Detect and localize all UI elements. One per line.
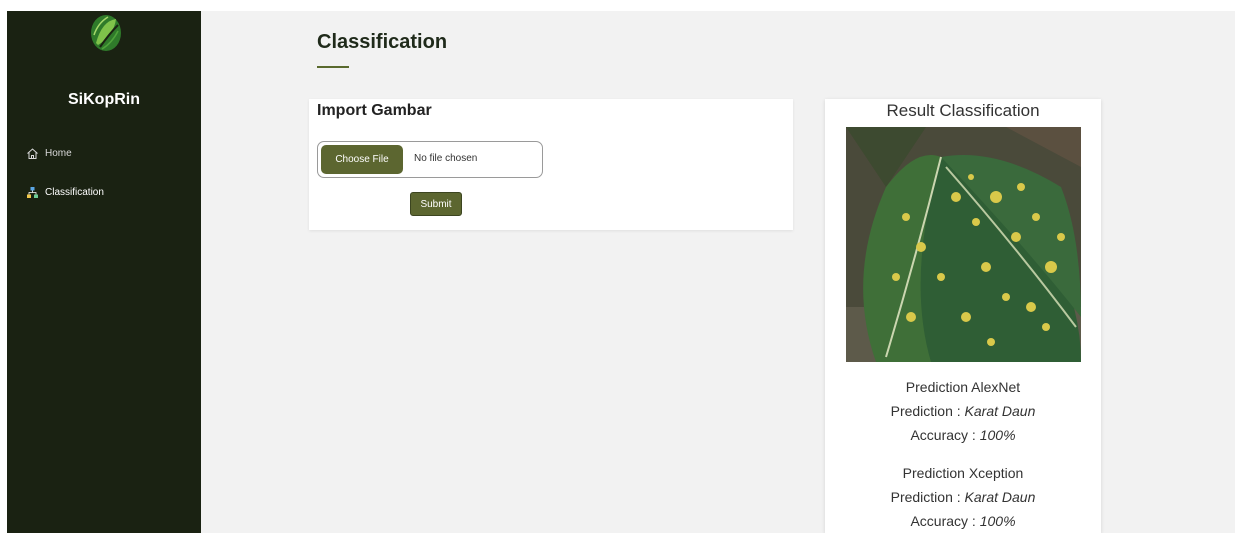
prediction-value: Karat Daun bbox=[964, 489, 1036, 505]
submit-button[interactable]: Submit bbox=[410, 192, 462, 216]
model-name: Prediction AlexNet bbox=[905, 379, 1021, 395]
accuracy-label: Accuracy : bbox=[910, 513, 980, 529]
file-input[interactable]: Choose File No file chosen bbox=[317, 141, 543, 178]
accuracy-value: 100% bbox=[979, 427, 1016, 443]
prediction-block-alexnet: Prediction AlexNet Prediction : Karat Da… bbox=[825, 375, 1101, 447]
sidebar-item-home[interactable]: Home bbox=[26, 147, 72, 160]
page-title: Classification bbox=[317, 31, 448, 53]
prediction-line: Prediction : Karat Daun bbox=[825, 485, 1101, 509]
title-underline bbox=[317, 66, 349, 68]
prediction-label: Prediction : bbox=[890, 489, 965, 505]
leaf-logo-icon bbox=[91, 15, 121, 51]
choose-file-button[interactable]: Choose File bbox=[321, 145, 403, 174]
import-title: Import Gambar bbox=[317, 102, 432, 119]
result-title: Result Classification bbox=[886, 101, 1040, 120]
accuracy-label: Accuracy : bbox=[910, 427, 980, 443]
file-status-text: No file chosen bbox=[414, 153, 478, 164]
brand-name: SiKopRin bbox=[68, 91, 140, 108]
prediction-value: Karat Daun bbox=[964, 403, 1036, 419]
sidebar: SiKopRin Home Classification bbox=[7, 11, 201, 533]
import-card: Import Gambar Choose File No file chosen… bbox=[309, 99, 793, 230]
sidebar-item-label: Home bbox=[45, 148, 72, 159]
accuracy-value: 100% bbox=[979, 513, 1016, 529]
sidebar-item-label: Classification bbox=[45, 187, 104, 198]
prediction-block-xception: Prediction Xception Prediction : Karat D… bbox=[825, 461, 1101, 533]
accuracy-line: Accuracy : 100% bbox=[825, 509, 1101, 533]
home-icon bbox=[27, 148, 38, 159]
accuracy-line: Accuracy : 100% bbox=[825, 423, 1101, 447]
prediction-line: Prediction : Karat Daun bbox=[825, 399, 1101, 423]
result-card: Result Classification Prediction AlexNet… bbox=[825, 99, 1101, 533]
coffee-leaf-rust-photo bbox=[846, 127, 1081, 362]
model-name: Prediction Xception bbox=[902, 465, 1024, 481]
prediction-label: Prediction : bbox=[890, 403, 965, 419]
sidebar-item-classification[interactable]: Classification bbox=[26, 186, 104, 199]
hierarchy-icon bbox=[27, 187, 38, 198]
